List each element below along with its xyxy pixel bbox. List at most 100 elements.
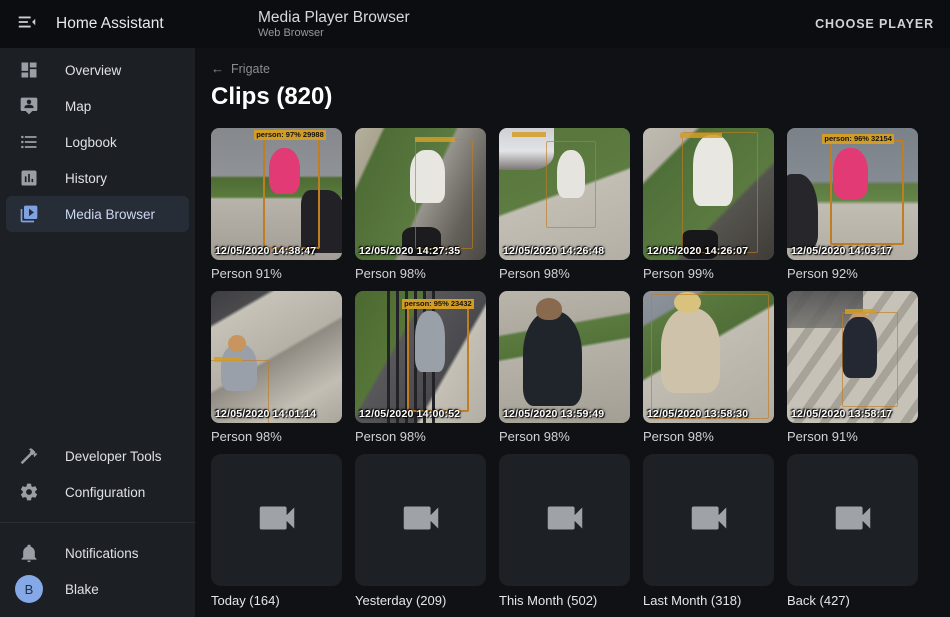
folder-tile-last-month[interactable]	[643, 454, 774, 586]
sidebar-item-map[interactable]: Map	[6, 88, 189, 124]
header-main: Media Player Browser Web Browser CHOOSE …	[195, 9, 950, 40]
clip-timestamp: 12/05/2020 14:01:14	[215, 408, 316, 420]
detection-bbox	[830, 140, 903, 246]
choose-player-button[interactable]: CHOOSE PLAYER	[815, 17, 934, 31]
back-arrow-icon: ←	[211, 61, 224, 76]
clip-caption: Person 98%	[499, 266, 630, 281]
clip-thumbnail[interactable]: person: 95% 23432 12/05/2020 14:00:52	[355, 291, 486, 423]
header-left: Home Assistant	[0, 12, 195, 36]
folder-label: Today (164)	[211, 593, 342, 608]
clip-thumbnail[interactable]: 12/05/2020 14:27:35	[355, 128, 486, 260]
sidebar-item-label: History	[65, 171, 107, 186]
sidebar-spacer	[0, 232, 195, 438]
chart-box-icon	[19, 168, 39, 188]
detection-label-strip	[415, 137, 454, 142]
folder-label: This Month (502)	[499, 593, 630, 608]
play-box-multiple-icon	[19, 204, 39, 224]
clip-caption: Person 92%	[787, 266, 918, 281]
clip-caption: Person 98%	[499, 429, 630, 444]
clip-thumbnail[interactable]: person: 96% 32154 12/05/2020 14:03:17	[787, 128, 918, 260]
clip-card: 12/05/2020 13:58:30 Person 98%	[643, 291, 774, 444]
clip-timestamp: 12/05/2020 14:03:17	[791, 245, 892, 257]
user-avatar: B	[15, 575, 43, 603]
sidebar-item-media-browser[interactable]: Media Browser	[6, 196, 189, 232]
clip-thumbnail[interactable]: 12/05/2020 14:26:48	[499, 128, 630, 260]
view-dashboard-icon	[19, 60, 39, 80]
sidebar-item-developer-tools[interactable]: Developer Tools	[6, 438, 189, 474]
video-camera-icon	[830, 495, 876, 546]
folder-tile-yesterday[interactable]	[355, 454, 486, 586]
video-camera-icon	[686, 495, 732, 546]
clip-card: 12/05/2020 14:26:07 Person 99%	[643, 128, 774, 281]
sidebar: Overview Map Logbook History	[0, 48, 195, 617]
detection-bbox	[546, 141, 596, 228]
folder-tile-this-month[interactable]	[499, 454, 630, 586]
sidebar-item-history[interactable]: History	[6, 160, 189, 196]
clip-thumbnail[interactable]: 12/05/2020 14:01:14	[211, 291, 342, 423]
folder-tile-back[interactable]	[787, 454, 918, 586]
detection-bbox	[263, 132, 319, 249]
clip-thumbnail[interactable]: 12/05/2020 13:58:17	[787, 291, 918, 423]
detection-label-strip	[512, 132, 546, 137]
clip-thumbnail[interactable]: person: 97% 29988 12/05/2020 14:38:47	[211, 128, 342, 260]
sidebar-item-logbook[interactable]: Logbook	[6, 124, 189, 160]
folder-card-yesterday: Yesterday (209)	[355, 454, 486, 608]
sidebar-item-label: Blake	[65, 582, 99, 597]
detection-label-strip	[214, 357, 243, 362]
video-camera-icon	[398, 495, 444, 546]
sidebar-item-overview[interactable]: Overview	[6, 52, 189, 88]
video-camera-icon	[542, 495, 588, 546]
folder-label: Back (427)	[787, 593, 918, 608]
clip-thumbnail[interactable]: 12/05/2020 13:58:30	[643, 291, 774, 423]
detection-label: person: 97% 29988	[254, 130, 326, 140]
clip-thumbnail[interactable]: 12/05/2020 13:59:49	[499, 291, 630, 423]
folder-card-today: Today (164)	[211, 454, 342, 608]
folder-card-this-month: This Month (502)	[499, 454, 630, 608]
detection-bbox	[682, 132, 758, 253]
page-subtitle: Web Browser	[258, 27, 410, 40]
clip-thumbnail[interactable]: 12/05/2020 14:26:07	[643, 128, 774, 260]
breadcrumb-back-frigate[interactable]: ← Frigate	[211, 61, 950, 76]
clip-card: 12/05/2020 14:26:48 Person 98%	[499, 128, 630, 281]
breadcrumb-label: Frigate	[231, 62, 270, 76]
clips-heading: Clips (820)	[211, 83, 950, 111]
hammer-icon	[19, 446, 39, 466]
clip-timestamp: 12/05/2020 14:26:07	[647, 245, 748, 257]
app-header: Home Assistant Media Player Browser Web …	[0, 0, 950, 48]
sidebar-item-label: Notifications	[65, 546, 139, 561]
folder-label: Last Month (318)	[643, 593, 774, 608]
clip-card: person: 95% 23432 12/05/2020 14:00:52 Pe…	[355, 291, 486, 444]
page-title-block: Media Player Browser Web Browser	[258, 9, 410, 40]
clip-card: 12/05/2020 14:27:35 Person 98%	[355, 128, 486, 281]
clip-timestamp: 12/05/2020 13:58:30	[647, 408, 748, 420]
folder-card-back: Back (427)	[787, 454, 918, 608]
clip-caption: Person 99%	[643, 266, 774, 281]
clip-caption: Person 91%	[211, 266, 342, 281]
folder-card-last-month: Last Month (318)	[643, 454, 774, 608]
sidebar-item-label: Map	[65, 99, 91, 114]
detection-label-strip	[680, 133, 722, 138]
clip-timestamp: 12/05/2020 14:27:35	[359, 245, 460, 257]
gear-icon	[19, 482, 39, 502]
sidebar-item-configuration[interactable]: Configuration	[6, 474, 189, 510]
sidebar-item-label: Configuration	[65, 485, 145, 500]
app-title: Home Assistant	[56, 15, 164, 33]
sidebar-divider	[0, 522, 195, 523]
clips-grid: person: 97% 29988 12/05/2020 14:38:47 Pe…	[211, 128, 950, 608]
clip-card: 12/05/2020 13:58:17 Person 91%	[787, 291, 918, 444]
detection-bbox	[651, 294, 769, 419]
account-tooltip-icon	[19, 96, 39, 116]
clip-card: 12/05/2020 13:59:49 Person 98%	[499, 291, 630, 444]
clip-caption: Person 91%	[787, 429, 918, 444]
clip-timestamp: 12/05/2020 14:26:48	[503, 245, 604, 257]
folder-tile-today[interactable]	[211, 454, 342, 586]
sidebar-item-notifications[interactable]: Notifications	[6, 535, 189, 571]
sidebar-item-label: Logbook	[65, 135, 117, 150]
clip-image	[499, 291, 630, 423]
bell-icon	[19, 543, 39, 563]
sidebar-item-label: Developer Tools	[65, 449, 162, 464]
sidebar-toggle-button[interactable]	[15, 12, 39, 36]
media-browser-content: ← Frigate Clips (820) person: 97% 29988 …	[195, 48, 950, 617]
sidebar-item-profile[interactable]: B Blake	[6, 571, 189, 607]
detection-label: person: 95% 23432	[402, 299, 474, 309]
